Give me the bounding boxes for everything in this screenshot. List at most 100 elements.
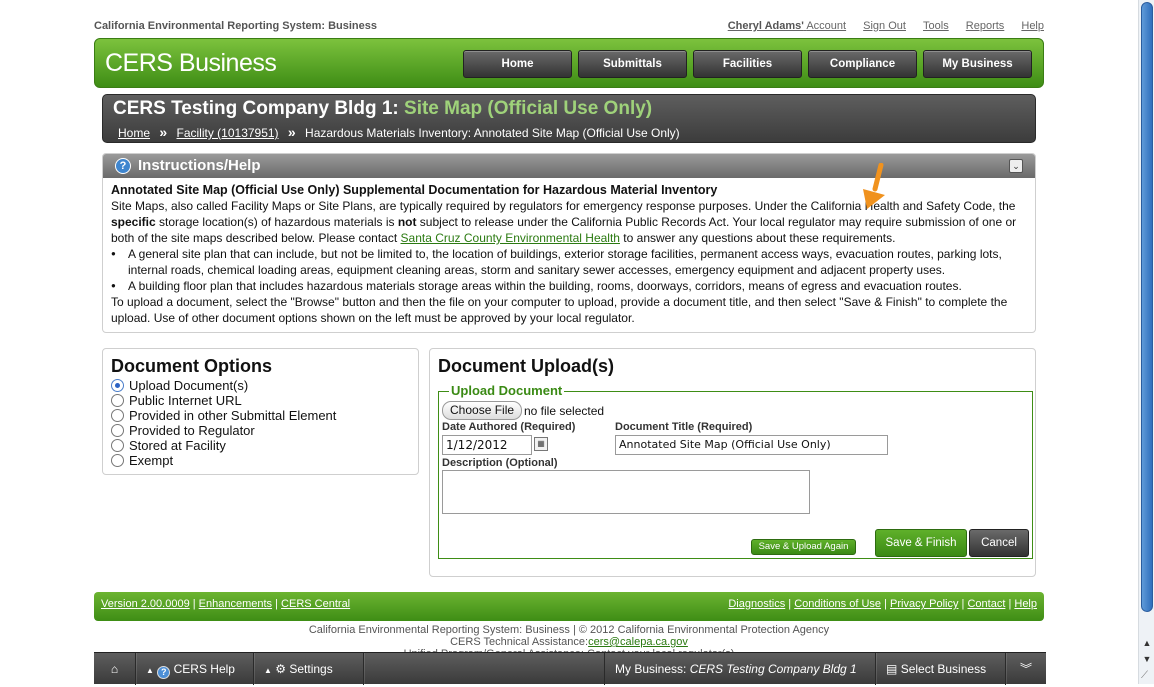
text: storage location(s) of hazardous materia…: [155, 215, 398, 229]
sign-out-link[interactable]: Sign Out: [863, 20, 906, 32]
settings-label: Settings: [289, 662, 333, 676]
breadcrumb: Home » Facility (10137951) » Hazardous M…: [118, 124, 680, 140]
cers-help-label: CERS Help: [173, 662, 235, 676]
account-label: Account: [806, 20, 847, 32]
footer-right-links: Diagnostics | Conditions of Use | Privac…: [728, 598, 1037, 610]
description-textarea[interactable]: [442, 470, 810, 514]
option-stored-facility[interactable]: Stored at Facility: [111, 438, 226, 453]
file-status: no file selected: [524, 404, 605, 418]
version-link[interactable]: Version 2.00.0009: [101, 598, 190, 610]
help-link[interactable]: Help: [1021, 20, 1044, 32]
option-label: Provided in other Submittal Element: [129, 408, 337, 423]
choose-file-button[interactable]: Choose File: [442, 401, 523, 420]
caret-up-icon: ▲: [264, 666, 272, 675]
upload-fieldset: Upload Document Choose File no file sele…: [438, 383, 1033, 559]
my-business-indicator: My Business: CERS Testing Company Bldg 1: [604, 653, 876, 685]
account-link[interactable]: Cheryl Adams' Account: [728, 20, 846, 32]
conditions-link[interactable]: Conditions of Use: [794, 598, 881, 610]
enhancements-link[interactable]: Enhancements: [199, 598, 272, 610]
resize-grip-icon[interactable]: ⟋: [1141, 670, 1153, 682]
site-footer: Version 2.00.0009 | Enhancements | CERS …: [94, 592, 1044, 621]
tools-link[interactable]: Tools: [923, 20, 949, 32]
breadcrumb-current: Hazardous Materials Inventory: Annotated…: [305, 126, 680, 140]
document-icon: ▤: [886, 662, 898, 676]
cers-central-link[interactable]: CERS Central: [281, 598, 350, 610]
radio-selected[interactable]: [111, 379, 124, 392]
date-authored-label: Date Authored (Required): [442, 421, 576, 433]
scroll-up-icon[interactable]: ▲: [1139, 636, 1154, 650]
option-exempt[interactable]: Exempt: [111, 453, 173, 468]
site-header: CERS Business Home Submittals Facilities…: [94, 38, 1044, 88]
option-label: Stored at Facility: [129, 438, 226, 453]
breadcrumb-facility[interactable]: Facility (10137951): [177, 126, 279, 140]
scrollbar-thumb[interactable]: [1141, 2, 1153, 612]
collapse-icon[interactable]: ⌄: [1009, 159, 1023, 173]
option-other-submittal[interactable]: Provided in other Submittal Element: [111, 408, 336, 423]
footer-left-links: Version 2.00.0009 | Enhancements | CERS …: [101, 598, 351, 610]
document-upload-panel: Document Upload(s) Upload Document Choos…: [429, 348, 1036, 577]
document-title-label: Document Title (Required): [615, 421, 753, 433]
document-upload-title: Document Upload(s): [438, 356, 615, 376]
nav-facilities[interactable]: Facilities: [693, 50, 802, 78]
nav-compliance[interactable]: Compliance: [808, 50, 917, 78]
requirements-list: A general site plan that can include, bu…: [111, 246, 1027, 294]
cers-logo[interactable]: CERS Business: [105, 49, 277, 78]
nav-submittals[interactable]: Submittals: [578, 50, 687, 78]
select-business-button[interactable]: ▤ Select Business: [876, 653, 1006, 685]
contact-link[interactable]: Contact: [967, 598, 1005, 610]
breadcrumb-home[interactable]: Home: [118, 126, 150, 140]
scroll-down-icon[interactable]: ▼: [1139, 652, 1154, 666]
document-options-title: Document Options: [111, 356, 272, 376]
radio[interactable]: [111, 439, 124, 452]
bottom-toolbar: ⌂ ▲ ? CERS Help ▲ ⚙ Settings My Business…: [94, 652, 1046, 685]
instructions-header[interactable]: ? Instructions/Help ⌄: [103, 154, 1035, 178]
emphasis-not: not: [397, 215, 417, 229]
page-title-banner: CERS Testing Company Bldg 1: Site Map (O…: [102, 94, 1036, 143]
tech-assistance-line: CERS Technical Assistance:cers@calepa.ca…: [94, 636, 1044, 648]
support-email-link[interactable]: cers@calepa.ca.gov: [588, 636, 688, 648]
cancel-button[interactable]: Cancel: [969, 529, 1029, 557]
footer-help-link[interactable]: Help: [1014, 598, 1037, 610]
calendar-icon[interactable]: ▦: [534, 437, 548, 451]
privacy-link[interactable]: Privacy Policy: [890, 598, 958, 610]
emphasis-specific: specific: [111, 215, 156, 229]
option-label: Provided to Regulator: [129, 423, 255, 438]
vertical-scrollbar[interactable]: ▲ ▼ ⟋: [1138, 0, 1154, 684]
document-title-input[interactable]: Annotated Site Map (Official Use Only): [615, 435, 888, 455]
breadcrumb-separator: »: [159, 124, 168, 140]
cers-help-button[interactable]: ▲ ? CERS Help: [136, 653, 254, 685]
radio[interactable]: [111, 424, 124, 437]
collapse-toolbar-icon[interactable]: ︾: [1006, 653, 1046, 685]
system-name: California Environmental Reporting Syste…: [94, 20, 378, 32]
page-title: CERS Testing Company Bldg 1: Site Map (O…: [113, 98, 652, 120]
list-item: A building floor plan that includes haza…: [111, 278, 1027, 294]
caret-up-icon: ▲: [146, 666, 154, 675]
radio[interactable]: [111, 454, 124, 467]
gear-icon: ⚙: [275, 662, 287, 676]
save-finish-button[interactable]: Save & Finish: [875, 529, 967, 557]
settings-button[interactable]: ▲ ⚙ Settings: [254, 653, 364, 685]
instructions-panel: ? Instructions/Help ⌄ Annotated Site Map…: [102, 153, 1036, 333]
orange-arrow-icon: [863, 163, 885, 209]
option-upload-documents[interactable]: Upload Document(s): [111, 378, 248, 393]
nav-my-business[interactable]: My Business: [923, 50, 1032, 78]
user-name: Cheryl Adams': [727, 20, 804, 32]
option-provided-regulator[interactable]: Provided to Regulator: [111, 423, 255, 438]
account-links: Cheryl Adams' Account Sign Out Tools Rep…: [714, 20, 1044, 32]
option-label: Upload Document(s): [129, 378, 249, 393]
list-item: A general site plan that can include, bu…: [111, 246, 1027, 278]
help-circle-icon: ?: [157, 666, 171, 679]
save-upload-again-button[interactable]: Save & Upload Again: [751, 539, 856, 555]
home-icon[interactable]: ⌂: [94, 653, 136, 685]
my-business-value: CERS Testing Company Bldg 1: [689, 662, 857, 676]
regulator-link[interactable]: Santa Cruz County Environmental Health: [401, 231, 620, 245]
radio[interactable]: [111, 394, 124, 407]
radio[interactable]: [111, 409, 124, 422]
date-authored-input[interactable]: 1/12/2012: [442, 435, 532, 455]
diagnostics-link[interactable]: Diagnostics: [728, 598, 785, 610]
page-subtitle: Site Map (Official Use Only): [404, 98, 653, 119]
option-public-url[interactable]: Public Internet URL: [111, 393, 242, 408]
nav-home[interactable]: Home: [463, 50, 572, 78]
help-icon: ?: [115, 158, 131, 174]
reports-link[interactable]: Reports: [966, 20, 1005, 32]
